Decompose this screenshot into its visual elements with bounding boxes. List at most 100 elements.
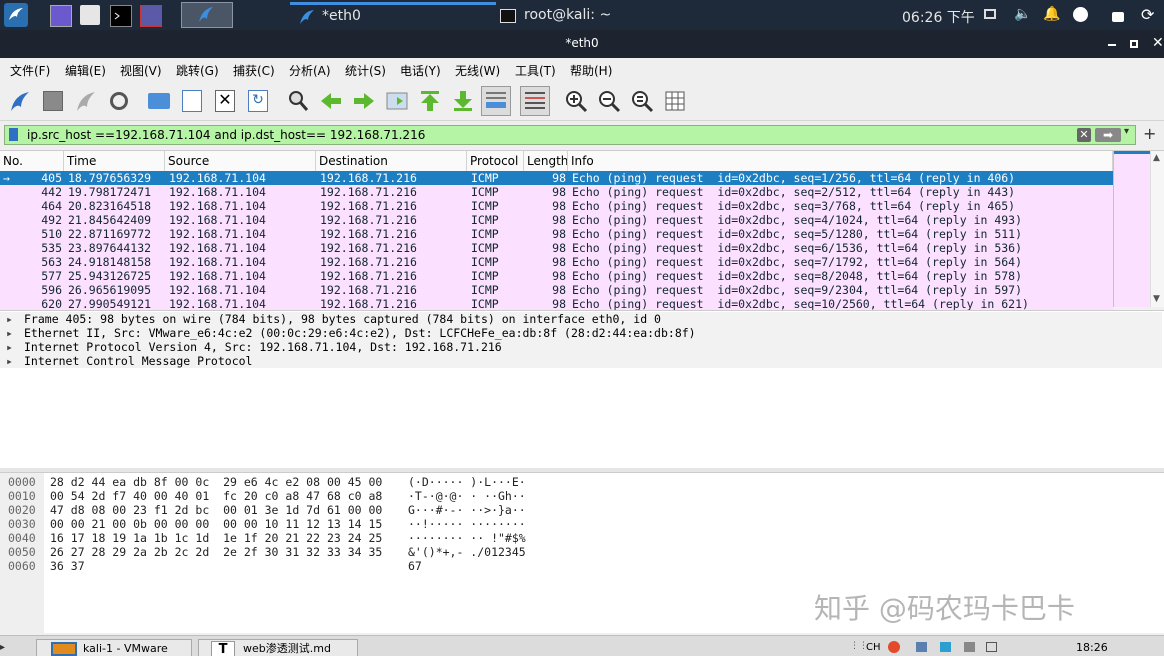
packet-row[interactable]: 596 26.965619095 192.168.71.104 192.168.71.… (0, 283, 1113, 297)
packet-minimap[interactable] (1113, 151, 1150, 307)
ime-icon[interactable]: CH (866, 642, 881, 653)
col-header-info[interactable]: Info (568, 151, 1113, 171)
minimize-icon[interactable] (1108, 44, 1116, 46)
expand-arrow-icon[interactable]: ▸ (6, 340, 13, 354)
bytes-ascii[interactable]: G···#·-· ··>·}a·· (408, 503, 526, 517)
filter-history-chevron-down-icon[interactable]: ▾ (1124, 126, 1129, 137)
menu-help[interactable]: 帮助(H) (570, 62, 612, 79)
bytes-ascii[interactable]: 67 (408, 559, 422, 573)
last-packet-icon[interactable] (450, 88, 476, 114)
menu-go[interactable]: 跳转(G) (176, 62, 219, 79)
menu-view[interactable]: 视图(V) (120, 62, 162, 79)
detail-row-ethernet[interactable]: ▸ Ethernet II, Src: VMware_e6:4c:e2 (00:0… (0, 326, 1162, 340)
bytes-hex[interactable]: 47 d8 08 00 23 f1 2d bc 00 01 3e 1d 7d 6… (50, 503, 382, 517)
taskbar-vmware-button[interactable]: kali-1 - VMware (36, 639, 192, 656)
capture-options-icon[interactable] (106, 88, 132, 114)
window-titlebar[interactable]: *eth0 ✕ (0, 30, 1164, 58)
restart-capture-icon[interactable] (73, 88, 99, 114)
bytes-hex[interactable]: 36 37 (50, 559, 85, 573)
bytes-hex[interactable]: 00 00 21 00 0b 00 00 00 00 00 10 11 12 1… (50, 517, 382, 531)
taskbar-clock[interactable]: 18:26 (1076, 641, 1108, 654)
file-manager-icon[interactable] (80, 5, 100, 25)
bytes-ascii[interactable]: ·T-·@·@· · ··Gh·· (408, 489, 526, 503)
panel-clock[interactable]: 06:26 下午 (902, 7, 975, 27)
reload-file-icon[interactable]: ↻ (245, 88, 271, 114)
save-file-icon[interactable] (179, 88, 205, 114)
menu-wireless[interactable]: 无线(W) (455, 62, 500, 79)
col-header-protocol[interactable]: Protocol (467, 151, 524, 171)
expand-arrow-icon[interactable]: ▸ (6, 312, 13, 326)
scroll-up-icon[interactable]: ▲ (1153, 153, 1160, 163)
go-forward-icon[interactable] (351, 88, 377, 114)
packet-row[interactable]: 620 27.990549121 192.168.71.104 192.168.71.… (0, 297, 1113, 311)
expand-arrow-icon[interactable]: ▸ (6, 326, 13, 340)
go-back-icon[interactable] (318, 88, 344, 114)
taskbar-typora-button[interactable]: T web渗透测试.md (198, 639, 358, 656)
menu-edit[interactable]: 编辑(E) (65, 62, 106, 79)
col-header-time[interactable]: Time (64, 151, 165, 171)
menu-analyze[interactable]: 分析(A) (289, 62, 331, 79)
col-header-length[interactable]: Length (524, 151, 568, 171)
bookmark-icon[interactable] (9, 128, 18, 141)
zoom-out-icon[interactable] (596, 88, 622, 114)
packet-row[interactable]: 535 23.897644132 192.168.71.104 192.168.71.… (0, 241, 1113, 255)
app-launcher-icon[interactable] (140, 5, 162, 27)
sogou-icon[interactable] (888, 641, 900, 653)
col-header-destination[interactable]: Destination (316, 151, 467, 171)
clear-filter-icon[interactable]: ✕ (1077, 128, 1091, 142)
terminal-launcher-icon[interactable] (110, 5, 132, 27)
packet-list-scrollbar[interactable]: ▲ ▼ (1150, 151, 1164, 307)
volume-tray-icon[interactable] (964, 642, 975, 652)
task-terminal[interactable]: root@kali: ~ (496, 2, 696, 28)
stop-capture-icon[interactable] (40, 88, 66, 114)
tray-app-icon[interactable] (916, 642, 927, 652)
lock-icon[interactable] (1112, 12, 1124, 22)
bytes-hex[interactable]: 28 d2 44 ea db 8f 00 0c 29 e6 4c e2 08 0… (50, 475, 382, 489)
normal-size-icon[interactable] (629, 88, 655, 114)
add-filter-button-icon[interactable]: + (1143, 124, 1156, 143)
auto-scroll-icon[interactable] (481, 86, 511, 116)
packet-row[interactable]: → 405 18.797656329 192.168.71.104 192.168.71… (0, 171, 1113, 185)
col-header-no[interactable]: No. (0, 151, 64, 171)
notification-bell-icon[interactable]: 🔔 (1043, 6, 1060, 22)
packet-row[interactable]: 577 25.943126725 192.168.71.104 192.168.71.… (0, 269, 1113, 283)
menu-statistics[interactable]: 统计(S) (345, 62, 386, 79)
workspace-icon[interactable] (50, 5, 72, 27)
power-manager-icon[interactable] (1073, 7, 1088, 22)
wireshark-launcher-button[interactable] (181, 2, 233, 28)
bytes-hex[interactable]: 16 17 18 19 1a 1b 1c 1d 1e 1f 20 21 22 2… (50, 531, 382, 545)
menu-capture[interactable]: 捕获(C) (233, 62, 275, 79)
task-capture[interactable]: *eth0 (290, 2, 496, 28)
menu-telephony[interactable]: 电话(Y) (400, 62, 441, 79)
go-to-packet-icon[interactable] (384, 88, 410, 114)
close-file-icon[interactable]: ✕ (212, 88, 238, 114)
packet-row[interactable]: 464 20.823164518 192.168.71.104 192.168.71.… (0, 199, 1113, 213)
open-file-icon[interactable] (146, 88, 172, 114)
detail-row-icmp[interactable]: ▸ Internet Control Message Protocol (0, 354, 1162, 368)
packet-row[interactable]: 492 21.845642409 192.168.71.104 192.168.71.… (0, 213, 1113, 227)
colorize-icon[interactable] (520, 86, 550, 116)
close-icon[interactable]: ✕ (1152, 35, 1164, 51)
menu-file[interactable]: 文件(F) (10, 62, 50, 79)
apply-filter-icon[interactable]: ➡ (1095, 128, 1121, 142)
kali-menu-icon[interactable] (4, 3, 28, 27)
scroll-down-icon[interactable]: ▼ (1153, 294, 1160, 304)
system-tray[interactable]: ⋮⋮ CH (850, 639, 1000, 655)
maximize-icon[interactable] (1130, 40, 1138, 48)
start-capture-icon[interactable] (7, 88, 33, 114)
bytes-ascii[interactable]: ··!····· ········ (408, 517, 526, 531)
zoom-in-icon[interactable] (563, 88, 589, 114)
bytes-hex[interactable]: 00 54 2d f7 40 00 40 01 fc 20 c0 a8 47 6… (50, 489, 382, 503)
logout-icon[interactable]: ⟳ (1141, 5, 1154, 24)
detail-row-frame[interactable]: ▸ Frame 405: 98 bytes on wire (784 bits),… (0, 312, 1162, 326)
bytes-ascii[interactable]: (·D····· )·L···E· (408, 475, 526, 489)
find-packet-icon[interactable] (285, 88, 311, 114)
expand-arrow-icon[interactable]: ▸ (6, 354, 13, 368)
bytes-hex[interactable]: 26 27 28 29 2a 2b 2c 2d 2e 2f 30 31 32 3… (50, 545, 382, 559)
packet-row[interactable]: 510 22.871169772 192.168.71.104 192.168.71.… (0, 227, 1113, 241)
detail-row-ipv4[interactable]: ▸ Internet Protocol Version 4, Src: 192.1… (0, 340, 1162, 354)
packet-row[interactable]: 563 24.918148158 192.168.71.104 192.168.71.… (0, 255, 1113, 269)
bytes-ascii[interactable]: &'()*+,- ./012345 (408, 545, 526, 559)
resize-columns-icon[interactable] (662, 88, 688, 114)
first-packet-icon[interactable] (417, 88, 443, 114)
